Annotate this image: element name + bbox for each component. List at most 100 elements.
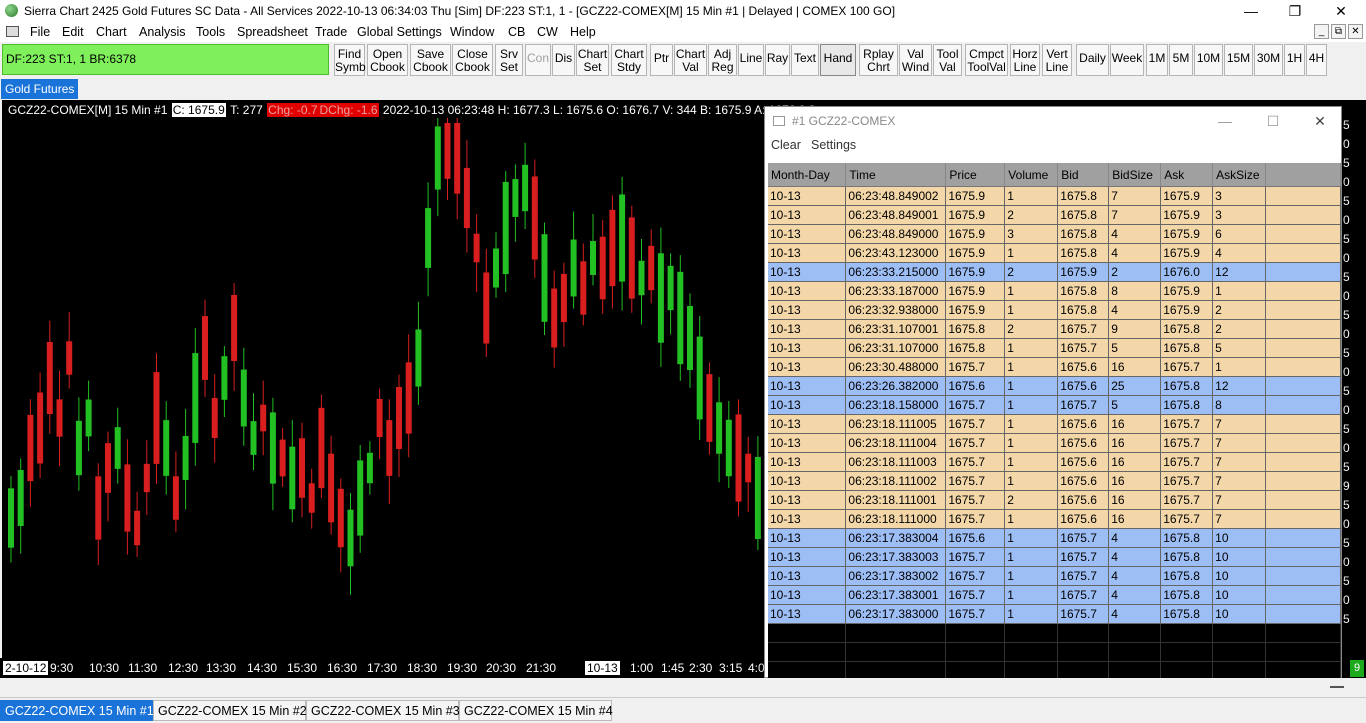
menu-spreadsheet[interactable]: Spreadsheet <box>237 25 308 39</box>
toolbar-button-tool-val[interactable]: Tool Val <box>933 44 962 76</box>
trade-row[interactable]: 10-13 06:23:32.938000 1675.9 1 1675.8 4 1675.9… <box>768 300 1341 320</box>
chart-tab-2[interactable]: GCZ22-COMEX 15 Min #2 <box>153 700 307 721</box>
toolbar-button-close-cbook[interactable]: Close Cbook <box>452 44 493 76</box>
trade-cell: 6 <box>1212 224 1267 244</box>
trade-row[interactable]: 10-13 06:23:31.107000 1675.8 1 1675.7 5 1675.8… <box>768 338 1341 358</box>
trade-row[interactable]: 10-13 06:23:33.187000 1675.9 1 1675.8 8 1675.9… <box>768 281 1341 301</box>
trade-row[interactable]: 10-13 06:23:18.158000 1675.7 1 1675.7 5 1675.8… <box>768 395 1341 415</box>
toolbar-button-1m[interactable]: 1M <box>1146 44 1168 76</box>
toolbar-button-ptr[interactable]: Ptr <box>650 44 673 76</box>
restore-button[interactable]: ❐ <box>1272 0 1318 22</box>
trade-row[interactable]: 10-13 06:23:48.849002 1675.9 1 1675.8 7 1675.9… <box>768 186 1341 206</box>
column-header[interactable]: AskSize <box>1212 163 1267 187</box>
toolbar-button-chart-set[interactable]: Chart Set <box>576 44 609 76</box>
column-header[interactable]: BidSize <box>1108 163 1162 187</box>
toolbar-button-10m[interactable]: 10M <box>1194 44 1223 76</box>
column-header[interactable]: Ask <box>1160 163 1214 187</box>
menu-window[interactable]: Window <box>450 25 494 39</box>
trade-row[interactable]: 10-13 06:23:17.383000 1675.7 1 1675.7 4 1675.8… <box>768 604 1341 624</box>
menu-cb[interactable]: CB <box>508 25 525 39</box>
toolbar-button-srv-set[interactable]: Srv Set <box>495 44 523 76</box>
toolbar-button-rplay-chrt[interactable]: Rplay Chrt <box>859 44 898 76</box>
toolbar-button-dis[interactable]: Dis <box>552 44 575 76</box>
toolbar-button-open-cbook[interactable]: Open Cbook <box>367 44 408 76</box>
mdi-minimize-button[interactable]: _ <box>1314 24 1329 39</box>
minimize-button[interactable]: — <box>1228 0 1274 22</box>
toolbar-button-30m[interactable]: 30M <box>1254 44 1283 76</box>
trade-row[interactable]: 10-13 06:23:18.111004 1675.7 1 1675.6 16 1675.… <box>768 433 1341 453</box>
toolbar-button-con[interactable]: Con <box>525 44 551 76</box>
menu-file[interactable]: File <box>30 25 50 39</box>
trade-row[interactable]: 10-13 06:23:18.111005 1675.7 1 1675.6 16 1675.… <box>768 414 1341 434</box>
toolbar-button-hand[interactable]: Hand <box>820 44 856 76</box>
toolbar-button-save-cbook[interactable]: Save Cbook <box>410 44 451 76</box>
trade-row[interactable]: 10-13 06:23:17.383002 1675.7 1 1675.7 4 1675.8… <box>768 566 1341 586</box>
toolbar-button-find-symb[interactable]: Find Symb <box>334 44 366 76</box>
menu-global-settings[interactable]: Global Settings <box>357 25 442 39</box>
toolbar-button-horz-line[interactable]: Horz Line <box>1010 44 1040 76</box>
mdi-close-button[interactable]: ✕ <box>1348 24 1363 39</box>
trade-row[interactable]: 10-13 06:23:48.849000 1675.9 3 1675.8 4 1675.9… <box>768 224 1341 244</box>
mdi-restore-button[interactable]: ⧉ <box>1331 24 1346 39</box>
chartbook-tab-gold-futures[interactable]: Gold Futures <box>1 79 79 99</box>
horizontal-scrollbar[interactable] <box>0 678 1366 696</box>
toolbar-button-4h[interactable]: 4H <box>1306 44 1327 76</box>
toolbar-button-1h[interactable]: 1H <box>1284 44 1305 76</box>
toolbar-button-daily[interactable]: Daily <box>1076 44 1109 76</box>
menu-cw[interactable]: CW <box>537 25 558 39</box>
trade-cell: 1 <box>1004 338 1059 358</box>
tsdialog-maximize-button[interactable]: ☐ <box>1253 109 1293 133</box>
tsdialog-minimize-button[interactable]: — <box>1205 109 1245 133</box>
time-and-sales-window[interactable]: #1 GCZ22-COMEX — ☐ ✕ Clear Settings Mont… <box>764 106 1342 678</box>
tsdialog-menu-clear[interactable]: Clear <box>771 138 801 152</box>
trade-row[interactable]: 10-13 06:23:26.382000 1675.6 1 1675.6 25 1675.… <box>768 376 1341 396</box>
column-header[interactable]: Time <box>845 163 947 187</box>
chart-tab-1[interactable]: GCZ22-COMEX 15 Min #1 <box>0 700 154 721</box>
column-header[interactable]: Bid <box>1057 163 1110 187</box>
toolbar-button-chart-val[interactable]: Chart Val <box>674 44 707 76</box>
trade-row[interactable]: 10-13 06:23:18.111000 1675.7 1 1675.6 16 1675.… <box>768 509 1341 529</box>
toolbar-button-vert-line[interactable]: Vert Line <box>1042 44 1072 76</box>
scrollbar-thumb[interactable] <box>1330 686 1344 688</box>
trade-row[interactable]: 10-13 06:23:17.383004 1675.6 1 1675.7 4 1675.8… <box>768 528 1341 548</box>
toolbar-button-week[interactable]: Week <box>1110 44 1144 76</box>
trade-row[interactable]: 10-13 06:23:31.107001 1675.8 2 1675.7 9 1675.8… <box>768 319 1341 339</box>
menu-help[interactable]: Help <box>570 25 596 39</box>
menu-tools[interactable]: Tools <box>196 25 225 39</box>
toolbar-button-val-wind[interactable]: Val Wind <box>899 44 932 76</box>
chart-tab-3[interactable]: GCZ22-COMEX 15 Min #3 <box>306 700 460 721</box>
menu-analysis[interactable]: Analysis <box>139 25 186 39</box>
trade-row[interactable]: 10-13 06:23:18.111002 1675.7 1 1675.6 16 1675.… <box>768 471 1341 491</box>
menu-chart[interactable]: Chart <box>96 25 127 39</box>
trade-row[interactable]: 10-13 06:23:17.383003 1675.7 1 1675.7 4 1675.8… <box>768 547 1341 567</box>
toolbar-button-ray[interactable]: Ray <box>765 44 790 76</box>
trade-cell: 06:23:30.488000 <box>845 357 947 377</box>
time-and-sales-grid[interactable]: Month-Day Time Price Volume Bid BidSize Ask Ask… <box>768 163 1341 678</box>
menu-edit[interactable]: Edit <box>62 25 84 39</box>
toolbar-button-cmpct-toolval[interactable]: Cmpct ToolVal <box>965 44 1008 76</box>
menu-trade[interactable]: Trade <box>315 25 347 39</box>
trade-row[interactable]: 10-13 06:23:17.383001 1675.7 1 1675.7 4 1675.8… <box>768 585 1341 605</box>
toolbar-button-chart-stdy[interactable]: Chart Stdy <box>611 44 647 76</box>
tsdialog-menu-settings[interactable]: Settings <box>811 138 856 152</box>
toolbar-button-5m[interactable]: 5M <box>1169 44 1193 76</box>
trade-row[interactable]: 10-13 06:23:43.123000 1675.9 1 1675.8 4 1675.9… <box>768 243 1341 263</box>
trade-row[interactable]: 10-13 06:23:33.215000 1675.9 2 1675.9 2 1676.0… <box>768 262 1341 282</box>
trade-row[interactable]: 10-13 06:23:48.849001 1675.9 2 1675.8 7 1675.9… <box>768 205 1341 225</box>
toolbar-button-15m[interactable]: 15M <box>1224 44 1253 76</box>
toolbar-button-line[interactable]: Line <box>738 44 764 76</box>
toolbar-button-adj-reg[interactable]: Adj Reg <box>708 44 737 76</box>
candle-body <box>260 404 267 432</box>
column-header[interactable]: Month-Day <box>768 163 847 187</box>
trade-row[interactable]: 10-13 06:23:18.111001 1675.7 2 1675.6 16 1675.… <box>768 490 1341 510</box>
chart-window-icon[interactable] <box>6 26 19 37</box>
trade-row[interactable]: 10-13 06:23:30.488000 1675.7 1 1675.6 16 1675.… <box>768 357 1341 377</box>
chart-tab-4[interactable]: GCZ22-COMEX 15 Min #4 <box>459 700 613 721</box>
column-header[interactable]: Volume <box>1004 163 1059 187</box>
column-header[interactable]: Price <box>945 163 1006 187</box>
trade-cell: 4 <box>1108 224 1162 244</box>
close-button[interactable]: ✕ <box>1318 0 1364 22</box>
toolbar-button-text[interactable]: Text <box>791 44 819 76</box>
trade-row[interactable]: 10-13 06:23:18.111003 1675.7 1 1675.6 16 1675.… <box>768 452 1341 472</box>
tsdialog-close-button[interactable]: ✕ <box>1300 109 1340 133</box>
